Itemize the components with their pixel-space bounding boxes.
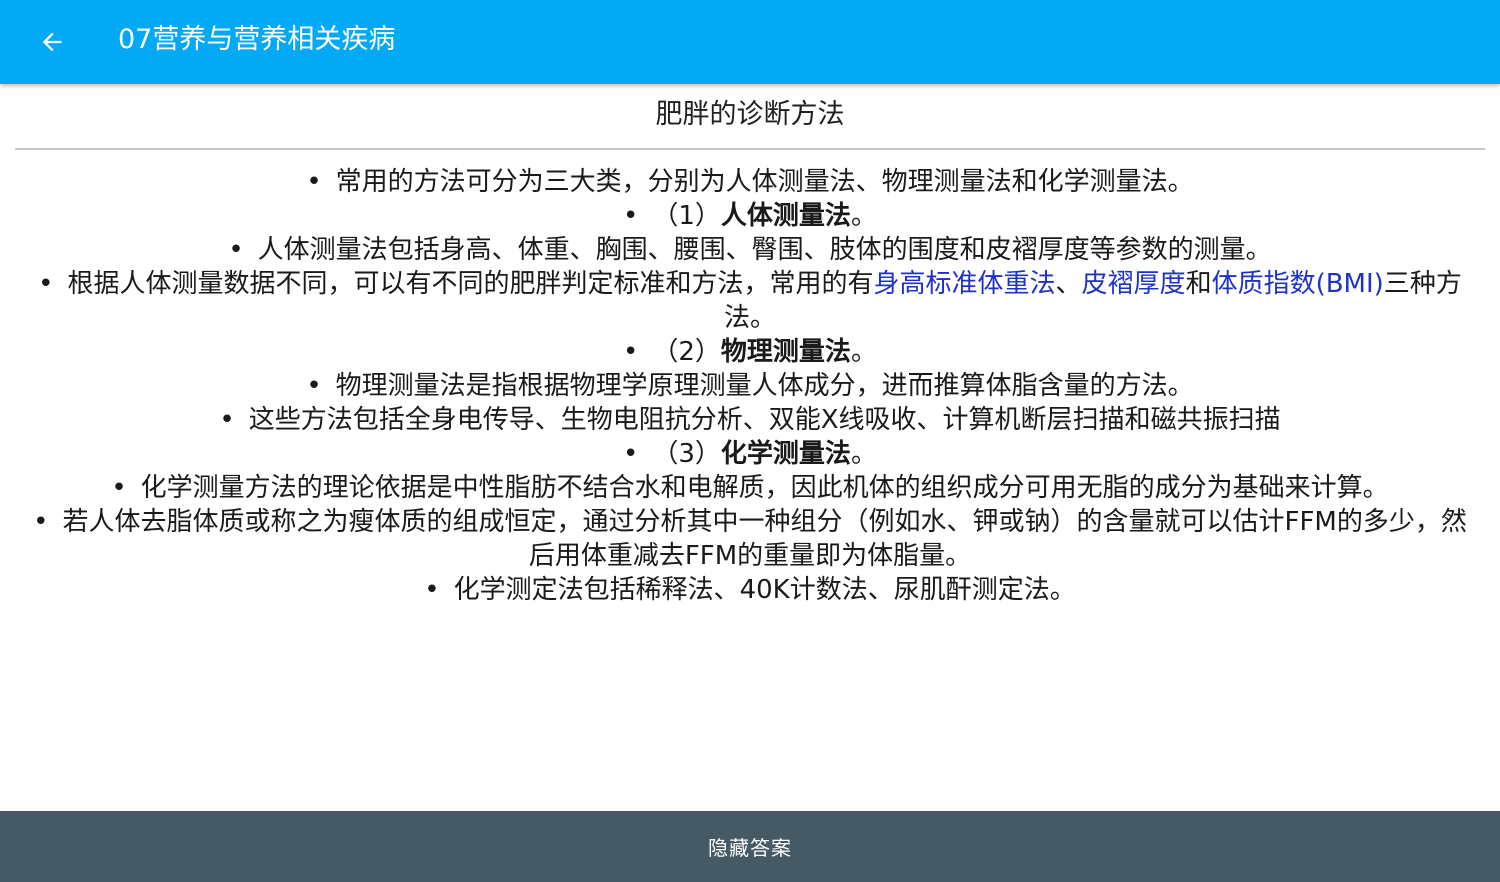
paragraph-text: 物理测量法是指根据物理学原理测量人体成分，进而推算体脂含量的方法。 bbox=[335, 371, 1194, 401]
heading-suffix: 。 bbox=[850, 201, 877, 231]
paragraph-text: 和 bbox=[1185, 269, 1212, 299]
bullet: • bbox=[306, 167, 322, 197]
bullet: • bbox=[424, 575, 440, 605]
answer-paragraph: • 人体测量法包括身高、体重、胸围、腰围、臀围、肢体的围度和皮褶厚度等参数的测量。 bbox=[22, 233, 1478, 267]
bullet: • bbox=[623, 201, 639, 231]
paragraph-text: 化学测定法包括稀释法、40K计数法、尿肌酐测定法。 bbox=[453, 575, 1076, 605]
answer-paragraph: • 化学测定法包括稀释法、40K计数法、尿肌酐测定法。 bbox=[22, 573, 1478, 607]
app-bar: 07营养与营养相关疾病 bbox=[0, 0, 1500, 84]
answer-heading: • （3）化学测量法。 bbox=[22, 437, 1478, 471]
answer-paragraph: • 常用的方法可分为三大类，分别为人体测量法、物理测量法和化学测量法。 bbox=[22, 165, 1478, 199]
bullet: • bbox=[38, 269, 54, 299]
bullet: • bbox=[219, 405, 235, 435]
heading-number: （2） bbox=[652, 337, 721, 367]
paragraph-text: 、 bbox=[1055, 269, 1082, 299]
arrow-left-icon bbox=[42, 32, 62, 52]
paragraph-text: 常用的方法可分为三大类，分别为人体测量法、物理测量法和化学测量法。 bbox=[335, 167, 1194, 197]
answer-paragraph: • 若人体去脂体质或称之为瘦体质的组成恒定，通过分析其中一种组分（例如水、钾或钠）… bbox=[22, 505, 1478, 573]
bullet: • bbox=[111, 473, 127, 503]
highlight-term: 身高标准体重法 bbox=[873, 269, 1056, 299]
heading-bold: 化学测量法 bbox=[720, 439, 851, 469]
bullet: • bbox=[623, 439, 639, 469]
answer-paragraph: • 根据人体测量数据不同，可以有不同的肥胖判定标准和方法，常用的有身高标准体重法、… bbox=[22, 267, 1478, 335]
paragraph-text: 化学测量方法的理论依据是中性脂肪不结合水和电解质，因此机体的组织成分可用无脂的成… bbox=[140, 473, 1389, 503]
answer-paragraph: • 这些方法包括全身电传导、生物电阻抗分析、双能X线吸收、计算机断层扫描和磁共振扫… bbox=[22, 403, 1478, 437]
heading-suffix: 。 bbox=[850, 337, 877, 367]
bullet: • bbox=[33, 507, 49, 537]
title-divider bbox=[15, 148, 1485, 150]
answer-heading: • （1）人体测量法。 bbox=[22, 199, 1478, 233]
paragraph-text: 根据人体测量数据不同，可以有不同的肥胖判定标准和方法，常用的有 bbox=[67, 269, 874, 299]
answer-paragraph: • 物理测量法是指根据物理学原理测量人体成分，进而推算体脂含量的方法。 bbox=[22, 369, 1478, 403]
app-bar-title: 07营养与营养相关疾病 bbox=[118, 24, 396, 55]
heading-number: （1） bbox=[652, 201, 721, 231]
paragraph-text: 人体测量法包括身高、体重、胸围、腰围、臀围、肢体的围度和皮褶厚度等参数的测量。 bbox=[257, 235, 1272, 265]
hide-answer-label: 隐藏答案 bbox=[708, 836, 792, 860]
heading-number: （3） bbox=[652, 439, 721, 469]
hide-answer-button[interactable]: 隐藏答案 bbox=[0, 811, 1500, 882]
heading-bold: 物理测量法 bbox=[720, 337, 851, 367]
question-title: 肥胖的诊断方法 bbox=[655, 99, 845, 130]
answer-paragraph: • 化学测量方法的理论依据是中性脂肪不结合水和电解质，因此机体的组织成分可用无脂的… bbox=[22, 471, 1478, 505]
answer-heading: • （2）物理测量法。 bbox=[22, 335, 1478, 369]
heading-suffix: 。 bbox=[850, 439, 877, 469]
bullet: • bbox=[306, 371, 322, 401]
bullet: • bbox=[623, 337, 639, 367]
highlight-term: 皮褶厚度 bbox=[1081, 269, 1186, 299]
back-button[interactable] bbox=[28, 18, 76, 66]
paragraph-text: 这些方法包括全身电传导、生物电阻抗分析、双能X线吸收、计算机断层扫描和磁共振扫描 bbox=[248, 405, 1281, 435]
paragraph-text: 若人体去脂体质或称之为瘦体质的组成恒定，通过分析其中一种组分（例如水、钾或钠）的… bbox=[62, 507, 1467, 571]
highlight-term: 体质指数(BMI) bbox=[1211, 269, 1384, 299]
answer-content: • 常用的方法可分为三大类，分别为人体测量法、物理测量法和化学测量法。 • （1）人… bbox=[22, 165, 1478, 607]
bullet: • bbox=[228, 235, 244, 265]
heading-bold: 人体测量法 bbox=[720, 201, 851, 231]
